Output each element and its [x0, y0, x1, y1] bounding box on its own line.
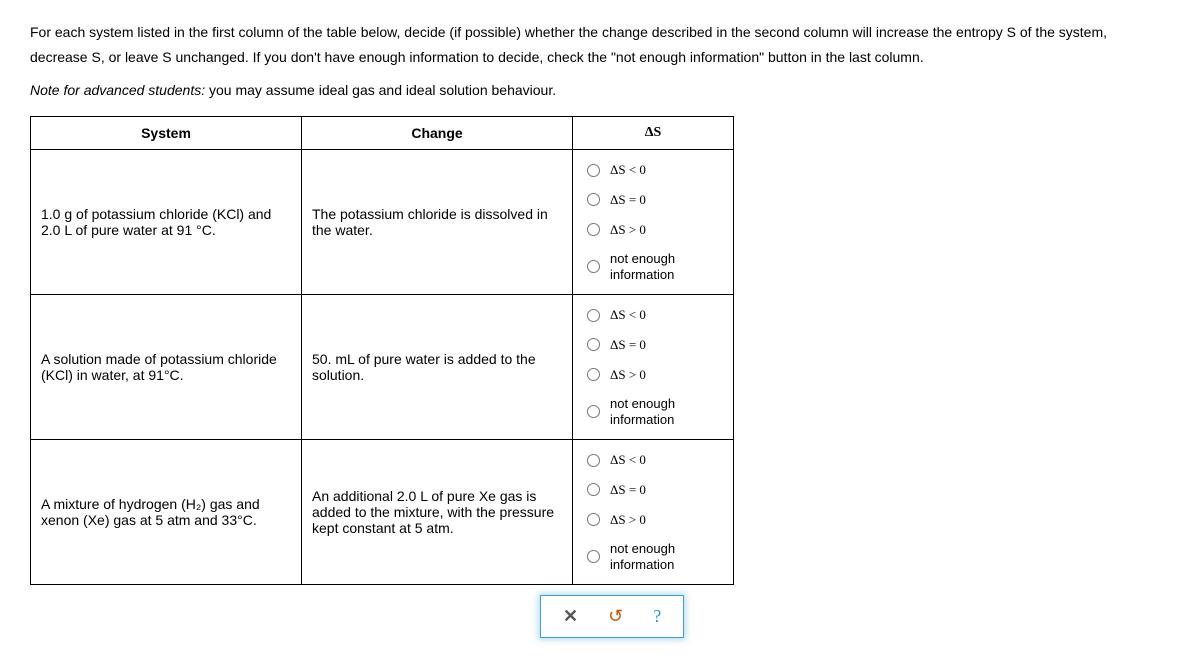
- ds-cell: ΔS < 0 ΔS = 0 ΔS > 0 not enoughinformati…: [573, 440, 734, 585]
- change-cell: An additional 2.0 L of pure Xe gas is ad…: [302, 440, 573, 585]
- label-ds-eq: ΔS = 0: [610, 482, 646, 498]
- label-ds-gt: ΔS > 0: [610, 367, 646, 383]
- radio-ds-gt[interactable]: [587, 223, 600, 236]
- label-ds-lt: ΔS < 0: [610, 307, 646, 323]
- header-ds: ΔS: [573, 117, 734, 150]
- label-ds-nei: not enoughinformation: [610, 396, 675, 427]
- radio-ds-nei[interactable]: [587, 550, 600, 563]
- ds-cell: ΔS < 0 ΔS = 0 ΔS > 0 not enoughinformati…: [573, 295, 734, 440]
- ds-cell: ΔS < 0 ΔS = 0 ΔS > 0 not enoughinformati…: [573, 150, 734, 295]
- header-system: System: [31, 117, 302, 150]
- label-ds-eq: ΔS = 0: [610, 337, 646, 353]
- table-row: A solution made of potassium chloride (K…: [31, 295, 734, 440]
- radio-ds-gt[interactable]: [587, 513, 600, 526]
- radio-ds-lt[interactable]: [587, 454, 600, 467]
- radio-ds-eq[interactable]: [587, 338, 600, 351]
- label-ds-lt: ΔS < 0: [610, 162, 646, 178]
- action-bar: ✕ ↺ ?: [540, 595, 684, 638]
- change-cell: The potassium chloride is dissolved in t…: [302, 150, 573, 295]
- radio-ds-eq[interactable]: [587, 483, 600, 496]
- table-row: A mixture of hydrogen (H₂) gas and xenon…: [31, 440, 734, 585]
- label-ds-gt: ΔS > 0: [610, 222, 646, 238]
- note-prefix: Note for advanced students:: [30, 82, 205, 98]
- radio-ds-lt[interactable]: [587, 164, 600, 177]
- system-cell: A mixture of hydrogen (H₂) gas and xenon…: [31, 440, 302, 585]
- radio-ds-lt[interactable]: [587, 309, 600, 322]
- radio-ds-eq[interactable]: [587, 193, 600, 206]
- radio-ds-nei[interactable]: [587, 260, 600, 273]
- label-ds-gt: ΔS > 0: [610, 512, 646, 528]
- header-change: Change: [302, 117, 573, 150]
- reset-icon[interactable]: ↺: [608, 606, 623, 627]
- radio-ds-gt[interactable]: [587, 368, 600, 381]
- note-body: you may assume ideal gas and ideal solut…: [205, 82, 556, 98]
- entropy-table: System Change ΔS 1.0 g of potassium chlo…: [30, 116, 734, 585]
- change-cell: 50. mL of pure water is added to the sol…: [302, 295, 573, 440]
- radio-ds-nei[interactable]: [587, 405, 600, 418]
- instructions-text: For each system listed in the first colu…: [30, 20, 1164, 70]
- label-ds-nei: not enoughinformation: [610, 251, 675, 282]
- label-ds-eq: ΔS = 0: [610, 192, 646, 208]
- clear-icon[interactable]: ✕: [563, 606, 578, 627]
- table-row: 1.0 g of potassium chloride (KCl) and 2.…: [31, 150, 734, 295]
- label-ds-lt: ΔS < 0: [610, 452, 646, 468]
- note-text: Note for advanced students: you may assu…: [30, 82, 1164, 98]
- system-cell: A solution made of potassium chloride (K…: [31, 295, 302, 440]
- help-icon[interactable]: ?: [653, 606, 661, 627]
- label-ds-nei: not enoughinformation: [610, 541, 675, 572]
- system-cell: 1.0 g of potassium chloride (KCl) and 2.…: [31, 150, 302, 295]
